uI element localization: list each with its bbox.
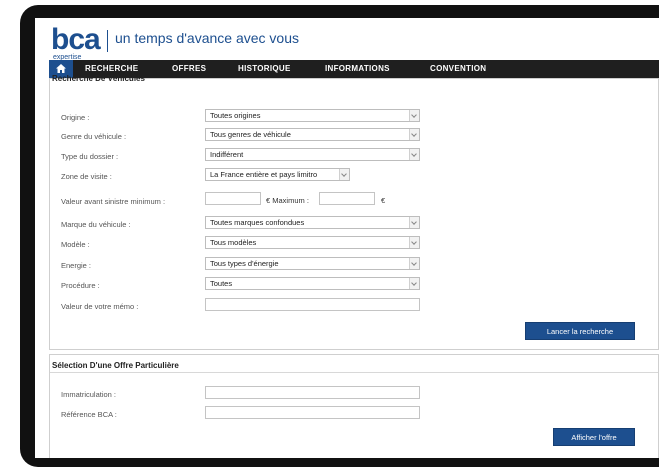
memo-input[interactable] — [205, 298, 420, 311]
show-offer-button[interactable]: Afficher l'offre — [553, 428, 635, 446]
modele-select[interactable]: Tous modèles — [205, 236, 420, 249]
procedure-select[interactable]: Toutes — [205, 277, 420, 290]
procedure-label: Procédure : — [61, 281, 100, 290]
origine-value: Toutes origines — [210, 111, 261, 120]
nav-historique[interactable]: HISTORIQUE — [238, 64, 291, 73]
origine-select[interactable]: Toutes origines — [205, 109, 420, 122]
vehicle-search-panel: Recherche De Véhicules Origine : Toutes … — [49, 74, 659, 350]
immat-input[interactable] — [205, 386, 420, 399]
type-dossier-select[interactable]: Indifférent — [205, 148, 420, 161]
energie-label: Energie : — [61, 261, 92, 270]
chevron-down-icon — [409, 110, 419, 121]
ref-label: Référence BCA : — [61, 410, 117, 419]
home-icon — [56, 64, 66, 73]
nav-recherche[interactable]: RECHERCHE — [85, 64, 138, 73]
search-panel-title: Recherche De Véhicules — [52, 74, 145, 83]
chevron-down-icon — [339, 169, 349, 180]
divider — [50, 372, 658, 373]
nav-convention[interactable]: CONVENTION — [430, 64, 486, 73]
logo-wordmark: bca — [51, 23, 101, 56]
immat-label: Immatriculation : — [61, 390, 117, 399]
marque-label: Marque du véhicule : — [61, 220, 131, 229]
brand-tagline: un temps d'avance avec vous — [115, 30, 300, 46]
browser-screen: bca expertise un temps d'avance avec vou… — [35, 18, 659, 458]
procedure-value: Toutes — [210, 279, 233, 288]
search-button[interactable]: Lancer la recherche — [525, 322, 635, 340]
valeur-max-label: € Maximum : — [266, 196, 309, 205]
chevron-down-icon — [409, 149, 419, 160]
valeur-min-label: Valeur avant sinistre minimum : — [61, 197, 166, 206]
genre-value: Tous genres de véhicule — [210, 130, 291, 139]
chevron-down-icon — [409, 237, 419, 248]
chevron-down-icon — [409, 217, 419, 228]
genre-select[interactable]: Tous genres de véhicule — [205, 128, 420, 141]
memo-label: Valeur de votre mémo : — [61, 302, 139, 311]
type-dossier-value: Indifférent — [210, 150, 244, 159]
genre-label: Genre du véhicule : — [61, 132, 127, 141]
zone-select[interactable]: La France entière et pays limitro — [205, 168, 350, 181]
chevron-down-icon — [409, 258, 419, 269]
modele-label: Modèle : — [61, 240, 90, 249]
chevron-down-icon — [409, 278, 419, 289]
chevron-down-icon — [409, 129, 419, 140]
type-dossier-label: Type du dossier : — [61, 152, 119, 161]
marque-value: Toutes marques confondues — [210, 218, 305, 227]
energie-select[interactable]: Tous types d'énergie — [205, 257, 420, 270]
ref-input[interactable] — [205, 406, 420, 419]
origine-label: Origine : — [61, 113, 90, 122]
nav-offres[interactable]: OFFRES — [172, 64, 206, 73]
logo-divider — [107, 30, 108, 52]
currency-label: € — [381, 196, 386, 205]
bca-logo[interactable]: bca expertise — [51, 23, 101, 62]
valeur-max-input[interactable] — [319, 192, 375, 205]
energie-value: Tous types d'énergie — [210, 259, 279, 268]
valeur-min-input[interactable] — [205, 192, 261, 205]
modele-value: Tous modèles — [210, 238, 257, 247]
offer-selection-panel: Sélection D'une Offre Particulière Immat… — [49, 354, 659, 458]
offer-panel-title: Sélection D'une Offre Particulière — [52, 361, 179, 370]
nav-informations[interactable]: INFORMATIONS — [325, 64, 390, 73]
marque-select[interactable]: Toutes marques confondues — [205, 216, 420, 229]
zone-label: Zone de visite : — [61, 172, 112, 181]
zone-value: La France entière et pays limitro — [210, 170, 318, 179]
